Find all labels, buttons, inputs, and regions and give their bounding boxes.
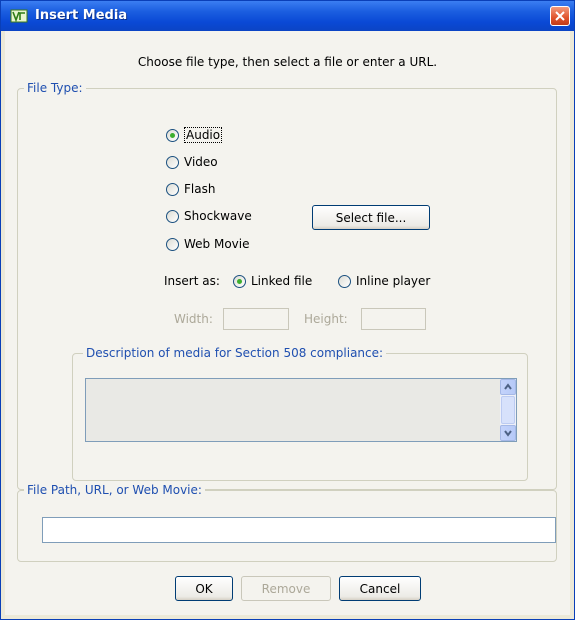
radio-web-movie[interactable]: Web Movie (166, 237, 250, 251)
radio-web-movie-indicator[interactable] (166, 237, 179, 251)
file-path-group: File Path, URL, or Web Movie: (17, 483, 557, 562)
width-label: Width: (174, 312, 213, 326)
radio-flash[interactable]: Flash (166, 182, 215, 196)
file-path-legend: File Path, URL, or Web Movie: (24, 483, 205, 497)
cancel-button[interactable]: Cancel (339, 576, 421, 601)
radio-shockwave[interactable]: Shockwave (166, 209, 252, 223)
radio-linked-file-indicator[interactable] (233, 274, 246, 288)
file-type-group: File Type: Audio Video Flash Shockwave W… (17, 81, 557, 490)
select-file-button[interactable]: Select file... (312, 205, 430, 230)
radio-shockwave-indicator[interactable] (166, 209, 179, 223)
radio-linked-file-label[interactable]: Linked file (251, 274, 312, 288)
scroll-up-button[interactable] (500, 379, 516, 395)
radio-inline-player[interactable]: Inline player (338, 274, 430, 288)
width-input[interactable] (223, 308, 289, 330)
file-path-input[interactable] (42, 517, 556, 543)
insert-media-app-icon (10, 9, 28, 23)
description-legend: Description of media for Section 508 com… (83, 346, 387, 360)
close-button[interactable] (550, 6, 570, 26)
radio-video[interactable]: Video (166, 155, 218, 169)
radio-flash-label[interactable]: Flash (184, 182, 215, 196)
dialog-body: Choose file type, then select a file or … (5, 31, 570, 615)
chevron-down-icon (504, 430, 512, 437)
radio-video-indicator[interactable] (166, 155, 179, 169)
insert-as-label: Insert as: (164, 274, 220, 288)
ok-button[interactable]: OK (175, 576, 233, 601)
radio-flash-indicator[interactable] (166, 182, 179, 196)
description-group: Description of media for Section 508 com… (72, 346, 528, 481)
chevron-up-icon (504, 383, 512, 390)
insert-media-window: Insert Media Choose file type, then sele… (0, 0, 575, 620)
radio-web-movie-label[interactable]: Web Movie (184, 237, 250, 251)
height-label: Height: (304, 312, 348, 326)
height-input[interactable] (361, 308, 426, 330)
radio-video-label[interactable]: Video (184, 155, 218, 169)
radio-shockwave-label[interactable]: Shockwave (184, 209, 252, 223)
radio-inline-player-label[interactable]: Inline player (356, 274, 430, 288)
window-title: Insert Media (35, 8, 128, 23)
remove-button[interactable]: Remove (241, 576, 331, 601)
title-bar[interactable]: Insert Media (1, 1, 574, 31)
radio-linked-file[interactable]: Linked file (233, 274, 312, 288)
close-icon (555, 11, 565, 21)
scroll-thumb[interactable] (501, 396, 515, 424)
instructions-text: Choose file type, then select a file or … (137, 55, 438, 69)
radio-inline-player-indicator[interactable] (338, 274, 351, 288)
radio-audio-indicator[interactable] (166, 128, 179, 142)
radio-audio[interactable]: Audio (166, 127, 223, 143)
radio-audio-label[interactable]: Audio (184, 127, 223, 143)
description-textarea[interactable] (85, 378, 517, 442)
file-type-legend: File Type: (24, 81, 86, 95)
scroll-down-button[interactable] (500, 425, 516, 441)
description-scrollbar[interactable] (500, 379, 516, 441)
